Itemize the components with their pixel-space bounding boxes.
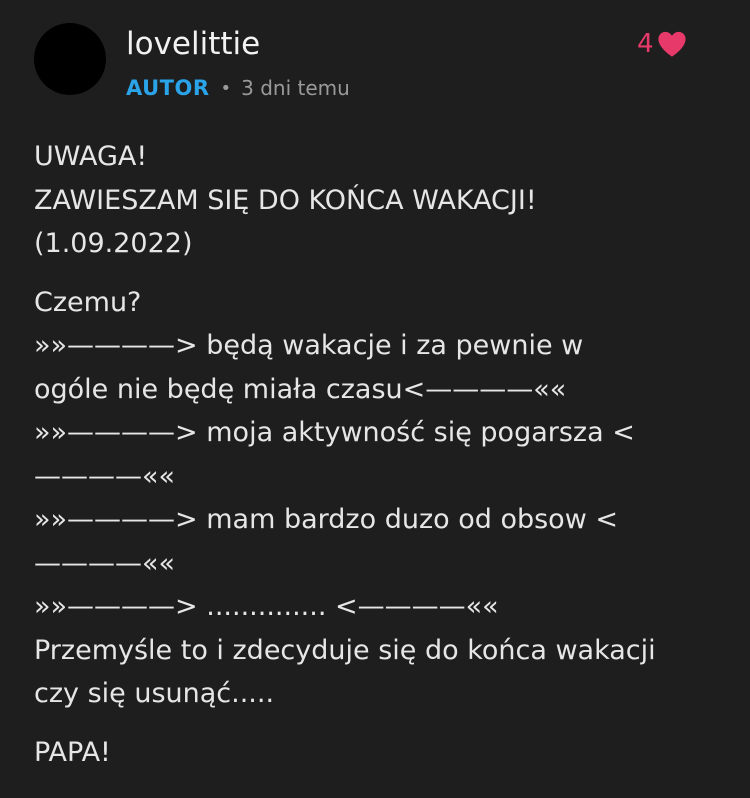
comment-line: UWAGA!: [34, 141, 148, 172]
comment-line: Czemu?: [34, 286, 142, 318]
comment-body: UWAGA! ZAWIESZAM SIĘ DO KOŃCA WAKACJI! (…: [34, 135, 724, 774]
like-button[interactable]: 4: [637, 28, 687, 60]
meta-separator: •: [220, 77, 232, 99]
avatar[interactable]: [34, 23, 106, 95]
comment-meta: AUTOR • 3 dni temu: [126, 74, 350, 102]
comment-line: ————««: [34, 460, 176, 492]
heart-icon[interactable]: [657, 30, 687, 58]
comment-line: Przemyśle to i zdecyduje się do końca wa…: [34, 634, 656, 666]
author-badge: AUTOR: [126, 76, 210, 100]
username[interactable]: lovelittie: [126, 22, 260, 66]
comment-line: czy się usunąć.....: [34, 678, 275, 709]
comment-line: »»————> mam bardzo duzo od obsow <: [34, 504, 618, 535]
comment-header: lovelittie AUTOR • 3 dni temu 4: [0, 0, 750, 120]
comment-line: ————««: [34, 547, 176, 579]
comment-line: PAPA!: [34, 736, 111, 768]
comment-line: ogóle nie będę miała czasu<————««: [34, 373, 567, 405]
comment-line: ZAWIESZAM SIĘ DO KOŃCA WAKACJI!: [34, 184, 537, 216]
comment-line: »»————> .............. <————««: [34, 591, 499, 622]
comment-line: (1.09.2022): [34, 228, 193, 259]
comment-timestamp: 3 dni temu: [241, 76, 350, 100]
like-count: 4: [637, 29, 654, 59]
comment-line: »»————> będą wakacje i za pewnie w: [34, 330, 584, 361]
comment-line: »»————> moja aktywność się pogarsza <: [34, 417, 635, 448]
